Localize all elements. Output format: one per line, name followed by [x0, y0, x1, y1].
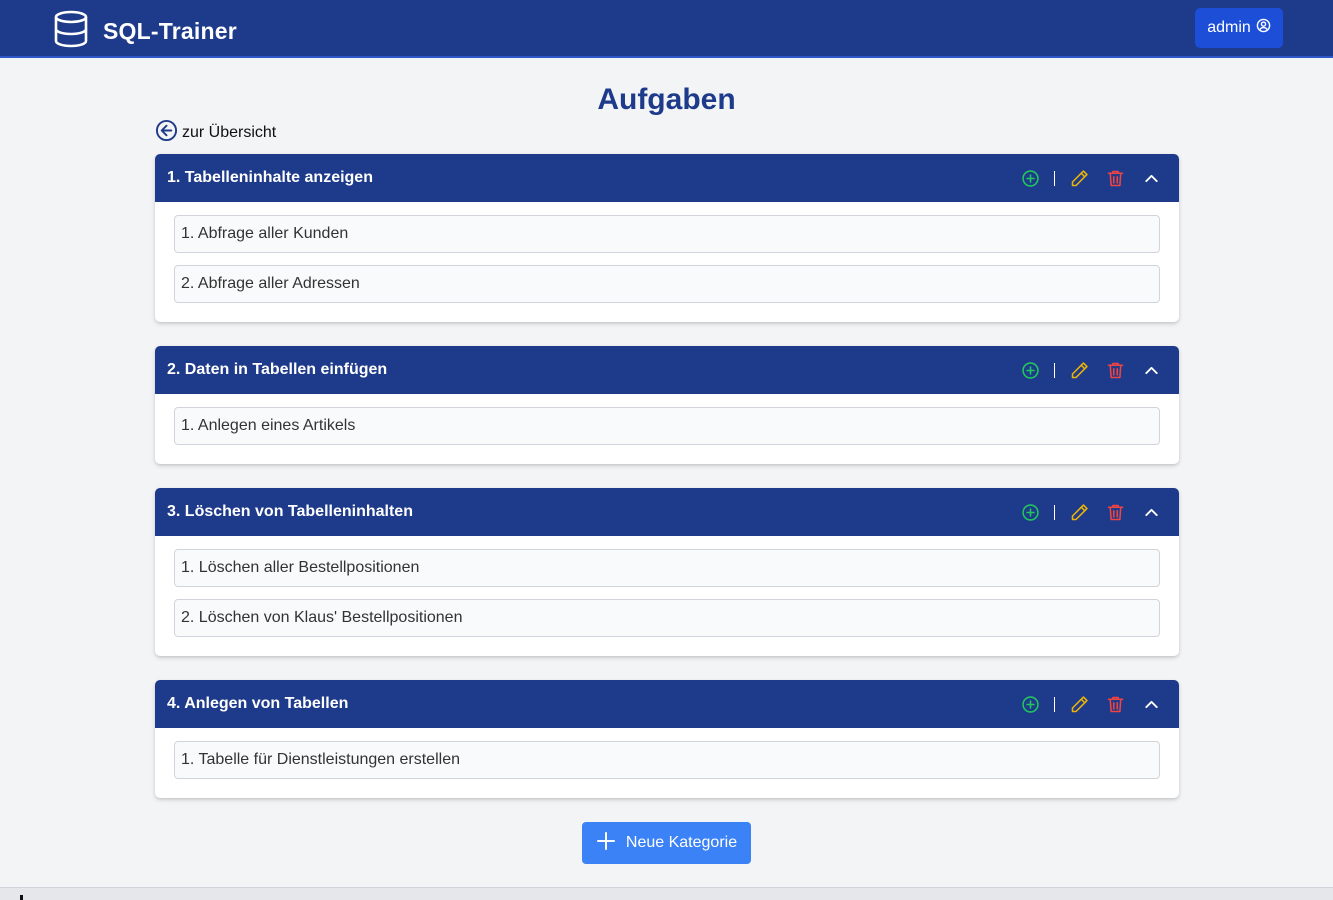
new-category-label: Neue Kategorie [625, 834, 738, 851]
brand[interactable]: SQL-Trainer [53, 10, 237, 53]
top-navbar: SQL-Trainer admin [0, 0, 1333, 58]
category-title: 4. Anlegen von Tabellen [167, 695, 349, 712]
page-title: Aufgaben [597, 83, 736, 116]
category-task-list: 1. Tabelle für Dienstleistungen erstelle… [155, 728, 1179, 798]
divider [1054, 696, 1055, 712]
delete-trash-icon[interactable] [1097, 686, 1133, 722]
category-task-list: 1. Löschen aller Bestellpositionen 2. Lö… [155, 536, 1179, 656]
category-card: 2. Daten in Tabellen einfügen 1. Anlegen… [155, 346, 1179, 464]
collapse-chevron-up-icon[interactable] [1133, 686, 1169, 722]
category-title: 2. Daten in Tabellen einfügen [167, 361, 388, 378]
edit-pencil-icon[interactable] [1061, 160, 1097, 196]
new-category-button[interactable]: Neue Kategorie [582, 822, 751, 864]
category-header[interactable]: 2. Daten in Tabellen einfügen [155, 346, 1179, 394]
category-task-list: 1. Abfrage aller Kunden 2. Abfrage aller… [155, 202, 1179, 322]
divider [1054, 170, 1055, 186]
plus-icon [596, 831, 616, 856]
task-item[interactable]: 2. Löschen von Klaus' Bestellpositionen [174, 599, 1160, 637]
collapse-chevron-up-icon[interactable] [1133, 352, 1169, 388]
category-header[interactable]: 3. Löschen von Tabelleninhalten [155, 488, 1179, 536]
category-task-list: 1. Anlegen eines Artikels [155, 394, 1179, 464]
task-item[interactable]: 1. Löschen aller Bestellpositionen [174, 549, 1160, 587]
category-card: 1. Tabelleninhalte anzeigen 1. Abfrage a… [155, 154, 1179, 322]
add-task-icon[interactable] [1012, 352, 1048, 388]
category-card: 4. Anlegen von Tabellen 1. Tabelle für D… [155, 680, 1179, 798]
task-item[interactable]: 1. Abfrage aller Kunden [174, 215, 1160, 253]
task-item[interactable]: 1. Tabelle für Dienstleistungen erstelle… [174, 741, 1160, 779]
task-item[interactable]: 1. Anlegen eines Artikels [174, 407, 1160, 445]
user-circle-icon [1256, 18, 1271, 38]
database-icon [53, 10, 89, 53]
divider [1054, 504, 1055, 520]
category-header[interactable]: 1. Tabelleninhalte anzeigen [155, 154, 1179, 202]
delete-trash-icon[interactable] [1097, 494, 1133, 530]
arrow-left-circle-icon [155, 119, 178, 147]
task-item[interactable]: 2. Abfrage aller Adressen [174, 265, 1160, 303]
category-actions [1012, 346, 1179, 394]
user-menu-button[interactable]: admin [1195, 8, 1283, 48]
delete-trash-icon[interactable] [1097, 160, 1133, 196]
back-to-overview-link[interactable]: zur Übersicht [155, 119, 276, 147]
add-task-icon[interactable] [1012, 686, 1048, 722]
category-title: 3. Löschen von Tabelleninhalten [167, 503, 413, 520]
footer-bar [0, 887, 1333, 900]
collapse-chevron-up-icon[interactable] [1133, 494, 1169, 530]
app-title: SQL-Trainer [103, 18, 237, 44]
user-label: admin [1207, 19, 1251, 36]
add-task-icon[interactable] [1012, 494, 1048, 530]
category-actions [1012, 154, 1179, 202]
category-actions [1012, 488, 1179, 536]
edit-pencil-icon[interactable] [1061, 494, 1097, 530]
collapse-chevron-up-icon[interactable] [1133, 160, 1169, 196]
footer-mark [20, 895, 23, 900]
divider [1054, 362, 1055, 378]
category-header[interactable]: 4. Anlegen von Tabellen [155, 680, 1179, 728]
edit-pencil-icon[interactable] [1061, 352, 1097, 388]
back-link-label: zur Übersicht [182, 124, 277, 141]
edit-pencil-icon[interactable] [1061, 686, 1097, 722]
category-title: 1. Tabelleninhalte anzeigen [167, 169, 373, 186]
add-task-icon[interactable] [1012, 160, 1048, 196]
category-actions [1012, 680, 1179, 728]
delete-trash-icon[interactable] [1097, 352, 1133, 388]
category-card: 3. Löschen von Tabelleninhalten 1. Lösch… [155, 488, 1179, 656]
